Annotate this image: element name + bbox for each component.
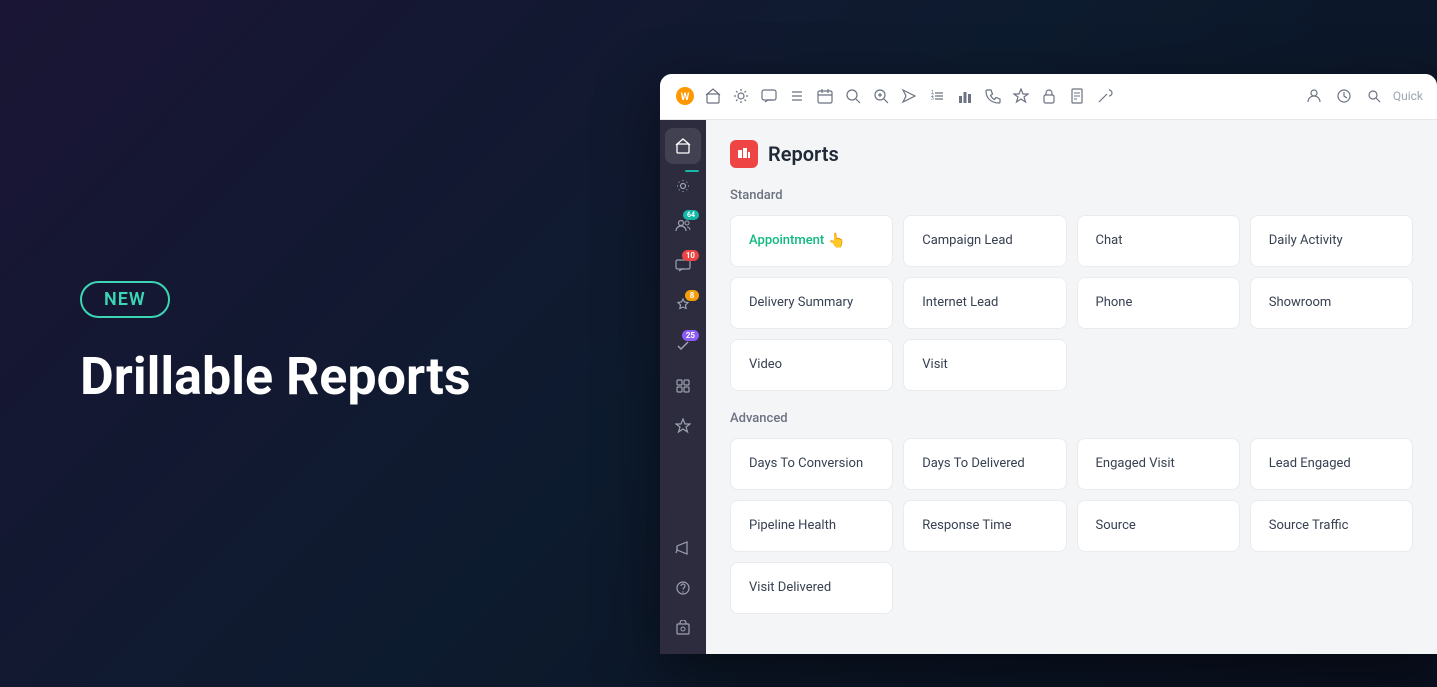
list-icon[interactable] xyxy=(786,85,808,107)
advanced-cards-row3: Visit Delivered xyxy=(730,562,1413,614)
star-icon[interactable] xyxy=(1010,85,1032,107)
sidebar-item-admin[interactable] xyxy=(665,610,701,646)
sidebar-item-leads[interactable]: 8 xyxy=(665,288,701,324)
content-area: Reports Standard Appointment 👆 Campaign … xyxy=(706,120,1437,654)
toolbar-right: Quick xyxy=(1303,85,1423,107)
report-card-campaign-lead[interactable]: Campaign Lead xyxy=(903,215,1066,267)
report-card-video[interactable]: Video xyxy=(730,339,893,391)
sidebar-item-tasks[interactable]: 25 xyxy=(665,328,701,364)
sidebar-item-settings[interactable] xyxy=(665,168,701,204)
advanced-section-label: Advanced xyxy=(730,411,1413,426)
settings-badge xyxy=(685,170,699,172)
send-icon[interactable] xyxy=(898,85,920,107)
chat-bubble-icon[interactable] xyxy=(758,85,780,107)
contacts-badge: 64 xyxy=(683,210,699,220)
report-card-engaged-visit[interactable]: Engaged Visit xyxy=(1077,438,1240,490)
leads-badge: 8 xyxy=(685,290,699,301)
sidebar-item-tools[interactable] xyxy=(665,368,701,404)
sidebar-item-home[interactable] xyxy=(665,128,701,164)
report-card-showroom[interactable]: Showroom xyxy=(1250,277,1413,329)
left-panel: NEW Drillable Reports xyxy=(0,221,660,465)
app-logo-icon[interactable]: W xyxy=(674,85,696,107)
svg-text:3: 3 xyxy=(931,96,934,102)
report-card-delivery-summary[interactable]: Delivery Summary xyxy=(730,277,893,329)
app-window: W 123 xyxy=(660,74,1437,654)
svg-text:W: W xyxy=(681,92,690,103)
search-icon[interactable] xyxy=(842,85,864,107)
messages-badge: 10 xyxy=(682,250,699,261)
settings-icon[interactable] xyxy=(730,85,752,107)
search-toolbar-icon[interactable] xyxy=(1363,85,1385,107)
report-card-days-to-delivered[interactable]: Days To Delivered xyxy=(903,438,1066,490)
sidebar-item-favorites[interactable] xyxy=(665,408,701,444)
report-card-internet-lead[interactable]: Internet Lead xyxy=(903,277,1066,329)
sidebar-item-help[interactable] xyxy=(665,570,701,606)
report-card-phone[interactable]: Phone xyxy=(1077,277,1240,329)
tasks-badge: 25 xyxy=(682,330,699,341)
standard-cards-row2: Delivery Summary Internet Lead Phone Sho… xyxy=(730,277,1413,329)
tools-icon[interactable] xyxy=(1094,85,1116,107)
quick-search-label: Quick xyxy=(1393,89,1423,103)
report-card-visit-delivered[interactable]: Visit Delivered xyxy=(730,562,893,614)
bar-chart-icon[interactable] xyxy=(954,85,976,107)
document-icon[interactable] xyxy=(1066,85,1088,107)
advanced-cards-row1: Days To Conversion Days To Delivered Eng… xyxy=(730,438,1413,490)
sidebar: 64 10 8 25 xyxy=(660,120,706,654)
report-card-chat[interactable]: Chat xyxy=(1077,215,1240,267)
report-card-response-time[interactable]: Response Time xyxy=(903,500,1066,552)
standard-section-label: Standard xyxy=(730,188,1413,203)
calendar-icon[interactable] xyxy=(814,85,836,107)
numbered-list-icon[interactable]: 123 xyxy=(926,85,948,107)
report-card-daily-activity[interactable]: Daily Activity xyxy=(1250,215,1413,267)
report-card-appointment[interactable]: Appointment 👆 xyxy=(730,215,893,267)
report-card-pipeline-health[interactable]: Pipeline Health xyxy=(730,500,893,552)
page-header: Reports xyxy=(730,140,1413,168)
sidebar-item-contacts[interactable]: 64 xyxy=(665,208,701,244)
report-card-source[interactable]: Source xyxy=(1077,500,1240,552)
standard-cards-row1: Appointment 👆 Campaign Lead Chat Daily A… xyxy=(730,215,1413,267)
report-card-source-traffic[interactable]: Source Traffic xyxy=(1250,500,1413,552)
toolbar: W 123 xyxy=(660,74,1437,120)
report-card-lead-engaged[interactable]: Lead Engaged xyxy=(1250,438,1413,490)
page-icon xyxy=(730,140,758,168)
advanced-cards-row2: Pipeline Health Response Time Source Sou… xyxy=(730,500,1413,552)
page-title: Reports xyxy=(768,142,839,166)
history-icon[interactable] xyxy=(1333,85,1355,107)
report-card-days-to-conversion[interactable]: Days To Conversion xyxy=(730,438,893,490)
sidebar-item-announcements[interactable] xyxy=(665,530,701,566)
standard-cards-row3: Video Visit xyxy=(730,339,1413,391)
new-badge: NEW xyxy=(80,281,170,318)
phone-icon[interactable] xyxy=(982,85,1004,107)
user-icon[interactable] xyxy=(1303,85,1325,107)
sidebar-item-messages[interactable]: 10 xyxy=(665,248,701,284)
main-layout: 64 10 8 25 xyxy=(660,120,1437,654)
zoom-icon[interactable] xyxy=(870,85,892,107)
home-icon[interactable] xyxy=(702,85,724,107)
lock-icon[interactable] xyxy=(1038,85,1060,107)
report-card-visit[interactable]: Visit xyxy=(903,339,1066,391)
headline: Drillable Reports xyxy=(80,348,560,405)
